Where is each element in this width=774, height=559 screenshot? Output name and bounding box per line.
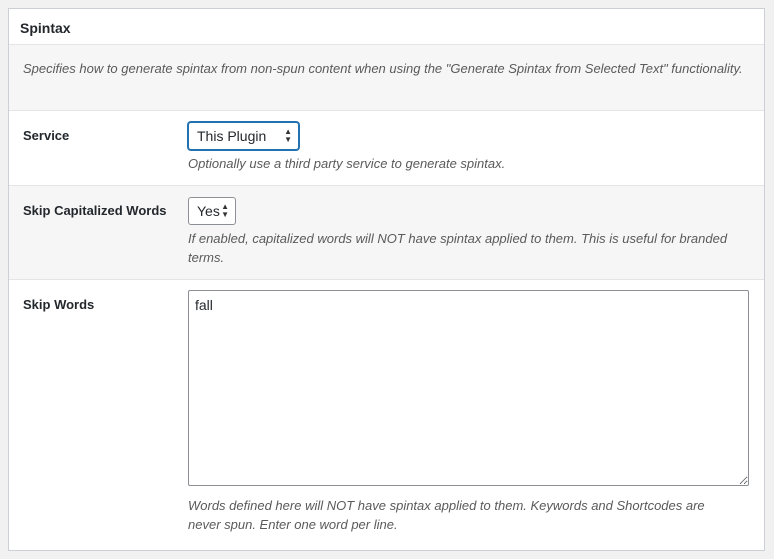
skip-capitalized-selected-value: Yes [197,203,220,219]
skip-words-label: Skip Words [23,297,95,312]
up-down-arrows-icon: ▲ ▼ [284,127,292,144]
skip-words-row: Skip Words fall Words defined here will … [9,280,764,550]
skip-words-textarea[interactable]: fall [188,290,749,486]
skip-capitalized-label: Skip Capitalized Words [23,203,167,218]
skip-capitalized-row: Skip Capitalized Words Yes ▲ ▼ If enabled… [9,186,764,280]
service-help: Optionally use a third party service to … [188,156,506,171]
skip-capitalized-field: Yes ▲ ▼ If enabled, capitalized words wil… [188,197,728,267]
service-row: Service This Plugin ▲ ▼ Optionally use a … [9,111,764,186]
spintax-settings-panel: Spintax Specifies how to generate spinta… [8,8,765,551]
skip-words-field: fall Words defined here will NOT have sp… [188,290,749,534]
service-selected-value: This Plugin [197,128,267,144]
skip-capitalized-select[interactable]: Yes ▲ ▼ [188,197,236,225]
section-title: Spintax [9,9,764,45]
section-description: Specifies how to generate spintax from n… [9,45,764,111]
service-field: This Plugin ▲ ▼ Optionally use a third pa… [188,122,505,173]
up-down-arrows-icon: ▲ ▼ [221,202,229,219]
service-label: Service [23,128,70,143]
skip-capitalized-help: If enabled, capitalized words will NOT h… [188,231,728,265]
service-select[interactable]: This Plugin ▲ ▼ [188,122,299,150]
skip-words-help: Words defined here will NOT have spintax… [188,498,705,532]
